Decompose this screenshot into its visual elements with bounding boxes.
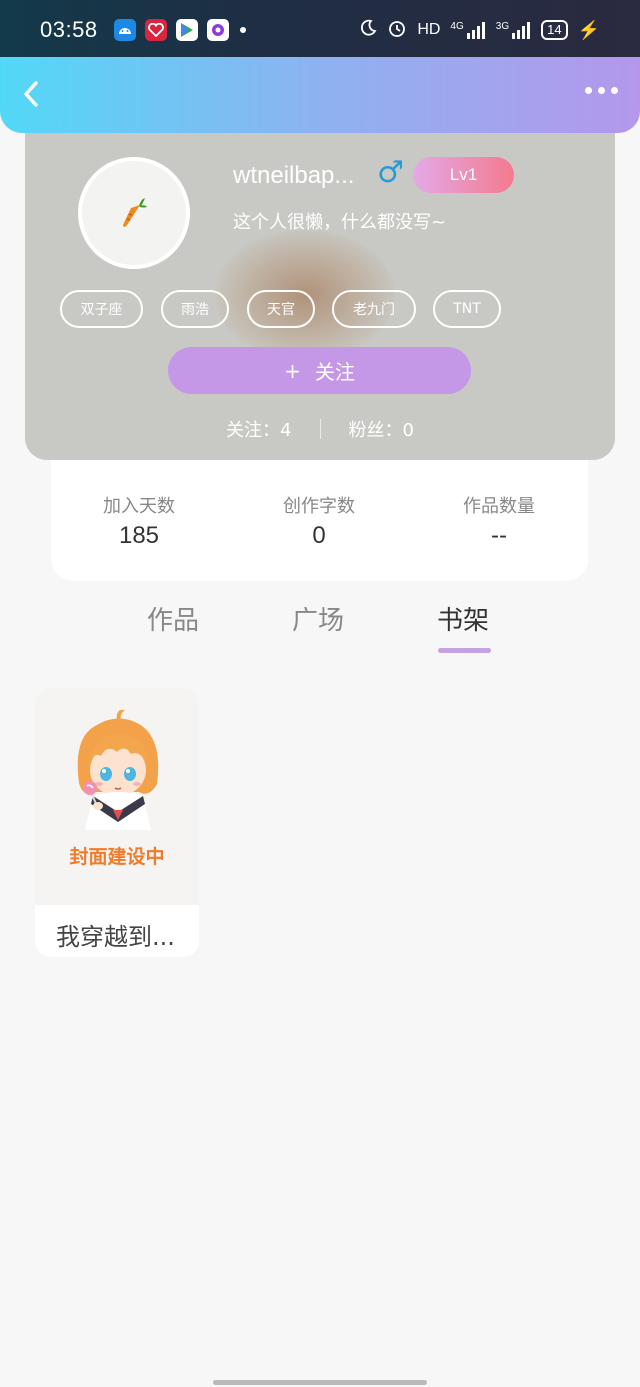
anime-girl-illustration (77, 709, 159, 830)
stat-join-days: 加入天数 185 (69, 492, 209, 550)
more-notifications-dot (239, 27, 246, 33)
stat-value: -- (491, 522, 507, 549)
tag-item[interactable]: TNT (433, 290, 501, 328)
more-options-button[interactable] (585, 87, 618, 94)
stat-value: 0 (312, 522, 326, 549)
follow-counts: 关注：4 粉丝：0 (25, 416, 615, 442)
tag-item[interactable]: 双子座 (60, 290, 143, 328)
following-count[interactable]: 关注：4 (226, 416, 291, 442)
status-time: 03:58 (40, 17, 98, 42)
camera-app-icon (206, 19, 229, 41)
charging-bolt-icon: ⚡ (577, 19, 600, 40)
follow-button[interactable]: + 关注 (168, 347, 471, 394)
avatar[interactable] (78, 157, 190, 269)
content-tabs: 作品 广场 书架 (0, 600, 640, 660)
stat-word-count: 创作字数 0 (249, 492, 389, 550)
alarm-icon (387, 18, 407, 43)
battery-indicator: 14 (541, 20, 568, 40)
stat-label: 加入天数 (103, 496, 175, 517)
book-title: 我穿越到... (56, 923, 175, 951)
cover-placeholder-text: 封面建设中 (69, 846, 165, 868)
notification-icons (113, 19, 246, 41)
status-bar: 03:58 HD 4G 3G 14 ⚡ (0, 0, 640, 60)
divider (319, 419, 321, 439)
stat-label: 创作字数 (283, 496, 355, 517)
male-gender-icon: ♂ (377, 155, 404, 190)
tag-item[interactable]: 天官 (247, 290, 315, 328)
stat-value: 185 (118, 522, 160, 549)
heart-app-icon (144, 19, 167, 41)
signal-4g-icon: 4G (450, 21, 485, 39)
book-cover: 封面建设中 (35, 688, 199, 905)
profile-card: wtneilbap... ♂ Lv1 这个人很懒，什么都没写~ 双子座 雨浩 天… (25, 110, 615, 460)
tab-square[interactable]: 广场 (292, 600, 344, 637)
moon-icon (359, 19, 377, 42)
level-badge: Lv1 (413, 157, 514, 193)
tab-bookshelf[interactable]: 书架 (437, 600, 489, 637)
book-card[interactable]: 封面建设中 我穿越到... (35, 688, 199, 957)
stat-works-count: 作品数量 -- (429, 492, 569, 550)
play-store-icon (175, 19, 198, 41)
active-tab-indicator (438, 648, 491, 653)
android-app-icon (113, 19, 136, 41)
tab-works[interactable]: 作品 (147, 600, 199, 637)
tag-item[interactable]: 老九门 (332, 290, 416, 328)
tag-item[interactable]: 雨浩 (161, 290, 229, 328)
username: wtneilbap... (233, 162, 355, 189)
top-nav-bar (0, 57, 640, 133)
stats-card: 加入天数 185 创作字数 0 作品数量 -- (51, 440, 588, 581)
more-dots-icon (585, 87, 592, 94)
follow-button-label: 关注 (314, 360, 355, 384)
hd-indicator: HD (417, 21, 441, 38)
carrot-icon (123, 198, 147, 227)
back-button[interactable] (20, 77, 52, 113)
home-indicator[interactable] (213, 1380, 427, 1385)
plus-icon: + (284, 358, 301, 383)
fans-count[interactable]: 粉丝：0 (349, 416, 414, 442)
signal-3g-icon: 3G (496, 21, 531, 39)
status-right: HD 4G 3G 14 ⚡ (359, 18, 600, 43)
stat-label: 作品数量 (463, 496, 535, 517)
bio-text: 这个人很懒，什么都没写~ (233, 212, 447, 233)
chevron-left-icon (24, 81, 38, 107)
